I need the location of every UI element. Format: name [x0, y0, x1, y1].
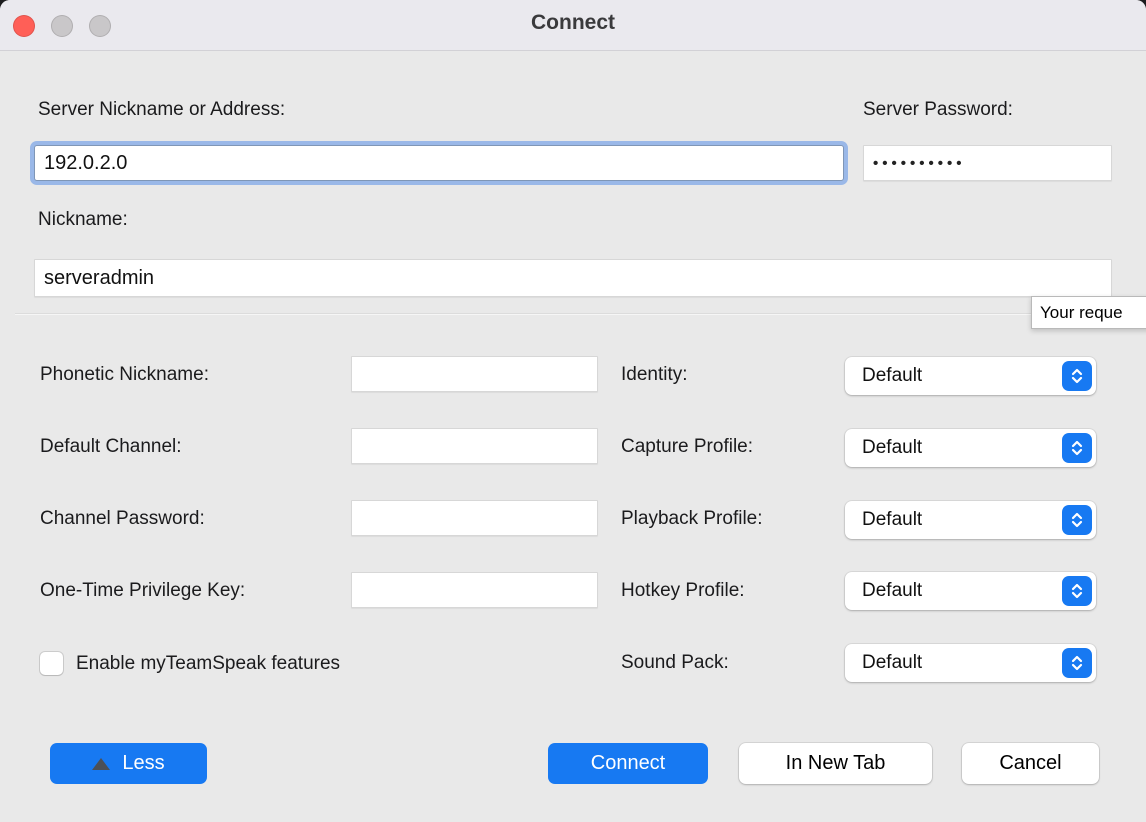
connect-button-label: Connect [591, 752, 666, 775]
playback-profile-label: Playback Profile: [621, 508, 763, 530]
nickname-label: Nickname: [38, 209, 128, 231]
chevron-up-down-icon [1062, 648, 1092, 678]
nickname-input[interactable] [34, 259, 1112, 297]
channel-password-label: Channel Password: [40, 508, 205, 530]
capture-profile-dropdown[interactable]: Default [845, 429, 1096, 467]
chevron-up-down-icon [1062, 505, 1092, 535]
sound-pack-dropdown-value: Default [862, 644, 922, 682]
cancel-button[interactable]: Cancel [962, 743, 1099, 784]
default-channel-input[interactable] [351, 428, 598, 464]
title-bar: Connect [0, 0, 1146, 51]
identity-dropdown-value: Default [862, 357, 922, 395]
tooltip: Your reque [1031, 296, 1146, 329]
hotkey-profile-dropdown[interactable]: Default [845, 572, 1096, 610]
default-channel-label: Default Channel: [40, 436, 182, 458]
playback-profile-dropdown-value: Default [862, 501, 922, 539]
server-address-input[interactable] [34, 145, 844, 181]
capture-profile-label: Capture Profile: [621, 436, 753, 458]
privilege-key-input[interactable] [351, 572, 598, 608]
sound-pack-label: Sound Pack: [621, 652, 729, 674]
identity-label: Identity: [621, 364, 688, 386]
identity-dropdown[interactable]: Default [845, 357, 1096, 395]
chevron-up-down-icon [1062, 361, 1092, 391]
myteamspeak-checkbox[interactable] [40, 652, 63, 675]
less-button-label: Less [122, 752, 164, 775]
window-title: Connect [0, 11, 1146, 35]
myteamspeak-checkbox-label: Enable myTeamSpeak features [76, 653, 340, 675]
chevron-up-down-icon [1062, 433, 1092, 463]
capture-profile-dropdown-value: Default [862, 429, 922, 467]
server-address-label: Server Nickname or Address: [38, 99, 285, 121]
in-new-tab-button-label: In New Tab [786, 752, 886, 775]
server-password-input[interactable] [863, 145, 1112, 181]
channel-password-input[interactable] [351, 500, 598, 536]
connect-dialog: Connect Server Nickname or Address: Serv… [0, 0, 1146, 822]
privilege-key-label: One-Time Privilege Key: [40, 580, 245, 602]
playback-profile-dropdown[interactable]: Default [845, 501, 1096, 539]
sound-pack-dropdown[interactable]: Default [845, 644, 1096, 682]
hotkey-profile-dropdown-value: Default [862, 572, 922, 610]
phonetic-nickname-label: Phonetic Nickname: [40, 364, 209, 386]
chevron-up-down-icon [1062, 576, 1092, 606]
in-new-tab-button[interactable]: In New Tab [739, 743, 932, 784]
server-password-label: Server Password: [863, 99, 1013, 121]
connect-button[interactable]: Connect [548, 743, 708, 784]
less-button[interactable]: Less [50, 743, 207, 784]
section-divider [15, 313, 1131, 315]
hotkey-profile-label: Hotkey Profile: [621, 580, 745, 602]
triangle-up-icon [92, 758, 110, 770]
phonetic-nickname-input[interactable] [351, 356, 598, 392]
cancel-button-label: Cancel [999, 752, 1061, 775]
